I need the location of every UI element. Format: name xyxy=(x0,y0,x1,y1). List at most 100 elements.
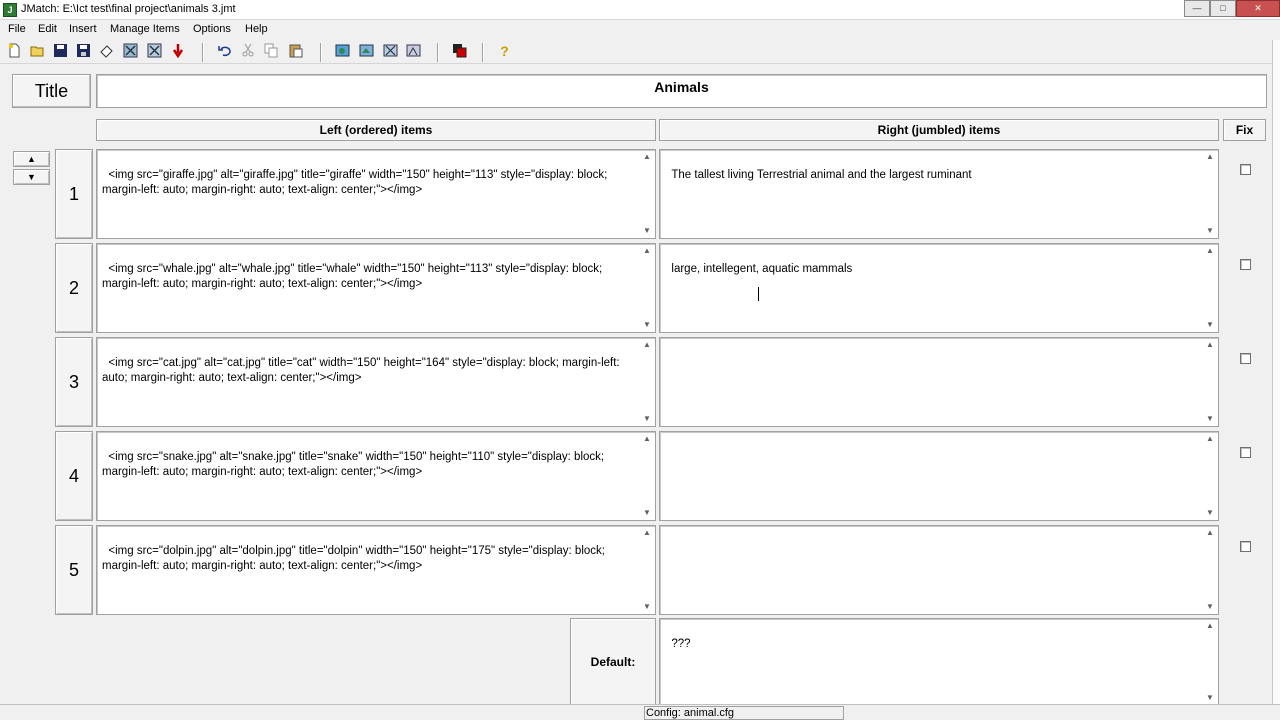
toolbar-separator xyxy=(482,43,484,62)
config-status: Config: animal.cfg xyxy=(644,706,844,720)
scroll-up-arrow-icon[interactable]: ▲ xyxy=(640,245,654,257)
scroll-up-arrow-icon[interactable]: ▲ xyxy=(1203,527,1217,539)
scroll-down-arrow-icon[interactable]: ▼ xyxy=(640,319,654,331)
default-label: Default: xyxy=(570,618,656,706)
new-file-icon[interactable] xyxy=(6,43,23,60)
scroll-down-arrow-icon[interactable]: ▼ xyxy=(1203,507,1217,519)
web-page-icon[interactable] xyxy=(334,43,351,60)
maximize-button[interactable]: □ xyxy=(1210,0,1236,17)
scroll-up-arrow-icon[interactable]: ▲ xyxy=(1203,151,1217,163)
scroll-down-arrow-icon[interactable]: ▼ xyxy=(640,225,654,237)
menu-manage-items[interactable]: Manage Items xyxy=(110,23,180,35)
default-input[interactable]: ??? ▲ ▼ xyxy=(659,618,1219,706)
right-item-input[interactable]: ▲ ▼ xyxy=(659,431,1219,521)
left-items-header: Left (ordered) items xyxy=(96,119,656,141)
clear-icon[interactable] xyxy=(98,43,115,60)
drag-drop-page-icon[interactable] xyxy=(358,43,375,60)
row-number[interactable]: 4 xyxy=(55,431,93,521)
text-cursor-icon: I xyxy=(758,287,764,301)
translate-icon[interactable] xyxy=(451,43,468,60)
fix-checkbox[interactable] xyxy=(1240,164,1251,175)
scroll-up-arrow-icon[interactable]: ▲ xyxy=(1203,339,1217,351)
vertical-scrollbar[interactable]: ▲ ▼ xyxy=(640,527,654,613)
move-down-button[interactable]: ▼ xyxy=(13,169,50,185)
toolbar: ? xyxy=(0,40,1280,64)
fix-checkbox[interactable] xyxy=(1240,541,1251,552)
export-web-icon[interactable] xyxy=(122,43,139,60)
export-icon[interactable] xyxy=(405,43,422,60)
left-item-text: <img src="snake.jpg" alt="snake.jpg" tit… xyxy=(102,451,608,478)
close-button[interactable]: ✕ xyxy=(1236,0,1280,17)
scroll-up-arrow-icon[interactable]: ▲ xyxy=(1203,620,1217,632)
scroll-down-arrow-icon[interactable]: ▼ xyxy=(1203,319,1217,331)
left-item-input[interactable]: <img src="giraffe.jpg" alt="giraffe.jpg"… xyxy=(96,149,656,239)
menu-help[interactable]: Help xyxy=(245,23,268,35)
undo-icon[interactable] xyxy=(216,43,233,60)
row-number[interactable]: 2 xyxy=(55,243,93,333)
right-item-input[interactable]: The tallest living Terrestrial animal an… xyxy=(659,149,1219,239)
scroll-down-arrow-icon[interactable]: ▼ xyxy=(1203,413,1217,425)
fix-checkbox[interactable] xyxy=(1240,447,1251,458)
scroll-down-arrow-icon[interactable]: ▼ xyxy=(1203,601,1217,613)
vertical-scrollbar[interactable]: ▲ ▼ xyxy=(640,433,654,519)
flashcard-page-icon[interactable] xyxy=(382,43,399,60)
vertical-scrollbar[interactable]: ▲ ▼ xyxy=(640,151,654,237)
fix-checkbox[interactable] xyxy=(1240,353,1251,364)
vertical-scrollbar[interactable]: ▲ ▼ xyxy=(1203,339,1217,425)
row-number[interactable]: 5 xyxy=(55,525,93,615)
right-item-input[interactable]: ▲ ▼ xyxy=(659,525,1219,615)
scroll-down-arrow-icon[interactable]: ▼ xyxy=(640,413,654,425)
right-item-input[interactable]: ▲ ▼ xyxy=(659,337,1219,427)
left-item-input[interactable]: <img src="snake.jpg" alt="snake.jpg" tit… xyxy=(96,431,656,521)
row-number[interactable]: 3 xyxy=(55,337,93,427)
scroll-down-arrow-icon[interactable]: ▼ xyxy=(1203,692,1217,704)
scroll-down-arrow-icon[interactable]: ▼ xyxy=(640,507,654,519)
vertical-scrollbar[interactable]: ▲ ▼ xyxy=(1203,245,1217,331)
title-input[interactable]: Animals xyxy=(96,74,1267,108)
help-icon[interactable]: ? xyxy=(496,43,513,60)
left-item-input[interactable]: <img src="cat.jpg" alt="cat.jpg" title="… xyxy=(96,337,656,427)
vertical-scrollbar[interactable]: ▲ ▼ xyxy=(640,339,654,425)
toolbar-separator xyxy=(202,43,204,62)
vertical-scrollbar[interactable]: ▲ ▼ xyxy=(1203,433,1217,519)
scroll-down-arrow-icon[interactable]: ▼ xyxy=(640,601,654,613)
fix-checkbox[interactable] xyxy=(1240,259,1251,270)
scroll-down-arrow-icon[interactable]: ▼ xyxy=(1203,225,1217,237)
scroll-up-arrow-icon[interactable]: ▲ xyxy=(1203,245,1217,257)
menu-edit[interactable]: Edit xyxy=(38,23,57,35)
right-item-text: The tallest living Terrestrial animal an… xyxy=(671,169,972,181)
paste-icon[interactable] xyxy=(287,43,304,60)
vertical-scrollbar[interactable]: ▲ ▼ xyxy=(1203,527,1217,613)
left-item-input[interactable]: <img src="whale.jpg" alt="whale.jpg" tit… xyxy=(96,243,656,333)
right-edge-panel xyxy=(1272,40,1280,720)
window-controls: — □ ✕ xyxy=(1184,0,1280,18)
menu-options[interactable]: Options xyxy=(193,23,231,35)
title-label: Title xyxy=(12,74,91,108)
menu-file[interactable]: File xyxy=(8,23,26,35)
move-up-button[interactable]: ▲ xyxy=(13,151,50,167)
vertical-scrollbar[interactable]: ▲ ▼ xyxy=(1203,620,1217,704)
open-file-icon[interactable] xyxy=(29,43,46,60)
add-item-icon[interactable] xyxy=(170,43,187,60)
left-item-text: <img src="giraffe.jpg" alt="giraffe.jpg"… xyxy=(102,169,611,196)
copy-icon[interactable] xyxy=(263,43,280,60)
scroll-up-arrow-icon[interactable]: ▲ xyxy=(640,527,654,539)
left-item-input[interactable]: <img src="dolpin.jpg" alt="dolpin.jpg" t… xyxy=(96,525,656,615)
minimize-button[interactable]: — xyxy=(1184,0,1210,17)
save-icon[interactable] xyxy=(52,43,69,60)
scroll-up-arrow-icon[interactable]: ▲ xyxy=(1203,433,1217,445)
scroll-up-arrow-icon[interactable]: ▲ xyxy=(640,151,654,163)
right-items-header: Right (jumbled) items xyxy=(659,119,1219,141)
right-item-input[interactable]: large, intellegent, aquatic mammals ▲ ▼ xyxy=(659,243,1219,333)
cut-icon[interactable] xyxy=(240,43,257,60)
scroll-up-arrow-icon[interactable]: ▲ xyxy=(640,433,654,445)
row-number[interactable]: 1 xyxy=(55,149,93,239)
scroll-up-arrow-icon[interactable]: ▲ xyxy=(640,339,654,351)
vertical-scrollbar[interactable]: ▲ ▼ xyxy=(640,245,654,331)
menu-insert[interactable]: Insert xyxy=(69,23,97,35)
vertical-scrollbar[interactable]: ▲ ▼ xyxy=(1203,151,1217,237)
export-web-alt-icon[interactable] xyxy=(146,43,163,60)
jmatch-app-icon[interactable]: J xyxy=(3,3,17,17)
save-as-icon[interactable] xyxy=(75,43,92,60)
title-bar: J JMatch: E:\Ict test\final project\anim… xyxy=(0,0,1280,20)
